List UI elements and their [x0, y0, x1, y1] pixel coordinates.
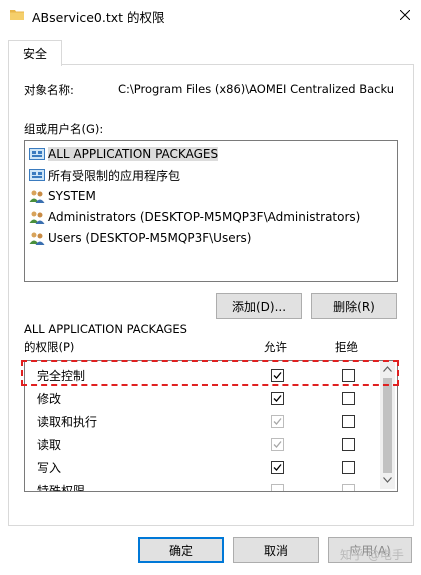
app-packages-icon [29, 148, 45, 160]
permission-name: 特殊权限 [37, 484, 86, 492]
group-label: ALL APPLICATION PACKAGES [48, 147, 219, 161]
permissions-title: ALL APPLICATION PACKAGES [24, 322, 187, 336]
allow-read-checkbox[interactable] [271, 438, 284, 451]
deny-header: 拒绝 [335, 340, 358, 354]
highlight-annotation [21, 360, 399, 386]
deny-write-checkbox[interactable] [342, 461, 355, 474]
users-icon [29, 232, 45, 245]
groups-listbox[interactable]: ALL APPLICATION PACKAGES 所有受限制的应用程序包 SYS… [24, 140, 398, 282]
check-icon [273, 464, 282, 471]
allow-write-checkbox[interactable] [271, 461, 284, 474]
table-row: 特殊权限 [25, 478, 380, 492]
remove-button[interactable]: 删除(R) [311, 293, 397, 319]
allow-special-checkbox[interactable] [271, 484, 284, 491]
close-icon [400, 10, 410, 20]
allow-modify-checkbox[interactable] [271, 392, 284, 405]
group-label: SYSTEM [48, 189, 96, 203]
cancel-button[interactable]: 取消 [233, 537, 319, 563]
permission-name: 修改 [37, 392, 62, 406]
table-row: 读取 [25, 432, 380, 455]
title-bar: ABservice0.txt 的权限 [0, 0, 421, 32]
deny-read-checkbox[interactable] [342, 438, 355, 451]
permission-name: 读取 [37, 438, 62, 452]
table-row: 读取和执行 [25, 409, 380, 432]
scroll-down-icon [383, 477, 392, 483]
folder-icon [10, 10, 24, 20]
groups-label: 组或用户名(G): [24, 122, 104, 136]
check-icon [273, 418, 282, 425]
allow-read-execute-checkbox[interactable] [271, 415, 284, 428]
permission-name: 写入 [37, 461, 62, 475]
deny-read-execute-checkbox[interactable] [342, 415, 355, 428]
window-title: ABservice0.txt 的权限 [32, 10, 165, 25]
permission-name: 读取和执行 [37, 415, 98, 429]
tab-security-label: 安全 [22, 47, 47, 61]
group-label: Users (DESKTOP-M5MQP3F\Users) [48, 231, 252, 245]
close-button[interactable] [392, 4, 418, 26]
scroll-thumb[interactable] [383, 378, 392, 473]
users-icon [29, 211, 45, 224]
list-item[interactable]: Administrators (DESKTOP-M5MQP3F\Administ… [29, 207, 360, 227]
list-item[interactable]: Users (DESKTOP-M5MQP3F\Users) [29, 228, 251, 248]
tab-security[interactable]: 安全 [8, 40, 62, 66]
list-item[interactable]: ALL APPLICATION PACKAGES [29, 144, 219, 164]
table-row: 修改 [25, 386, 380, 409]
deny-special-checkbox[interactable] [342, 484, 355, 491]
permissions-label: 的权限(P) [24, 340, 75, 354]
deny-modify-checkbox[interactable] [342, 392, 355, 405]
watermark: 知乎 @电手 [340, 548, 404, 562]
app-packages-icon [29, 169, 45, 181]
check-icon [273, 395, 282, 402]
table-row: 写入 [25, 455, 380, 478]
group-label: 所有受限制的应用程序包 [48, 168, 181, 183]
object-name-value: C:\Program Files (x86)\AOMEI Centralized… [118, 82, 395, 96]
allow-header: 允许 [264, 340, 287, 354]
object-name-label: 对象名称: [24, 83, 74, 97]
check-icon [273, 441, 282, 448]
list-item[interactable]: 所有受限制的应用程序包 [29, 165, 180, 185]
group-label: Administrators (DESKTOP-M5MQP3F\Administ… [48, 210, 361, 224]
list-item[interactable]: SYSTEM [29, 186, 96, 206]
users-icon [29, 190, 45, 203]
ok-button[interactable]: 确定 [138, 537, 224, 563]
add-button[interactable]: 添加(D)... [216, 293, 302, 319]
